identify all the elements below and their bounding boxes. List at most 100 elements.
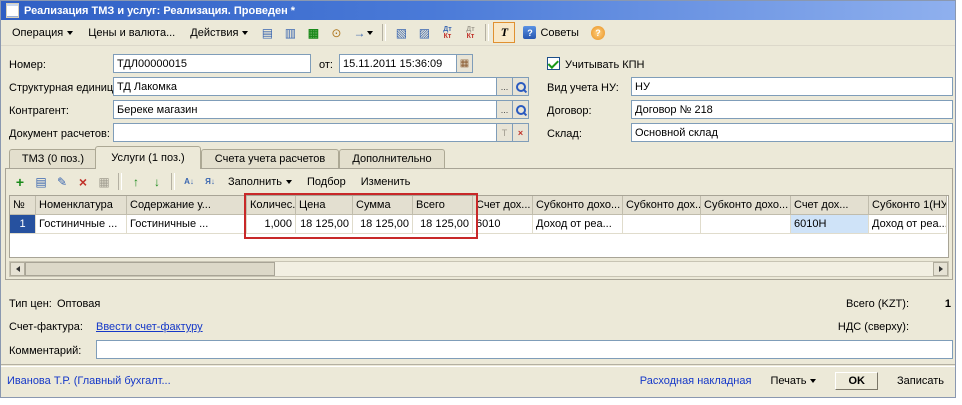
structure-report-button[interactable]: ▨	[413, 22, 435, 43]
cell-subconto1[interactable]: Доход от реа...	[533, 215, 623, 234]
go-to-icon: →	[353, 26, 365, 40]
nu-kind-input[interactable]	[631, 77, 953, 96]
clear-icon: ×	[518, 128, 523, 138]
change-label: Изменить	[361, 176, 411, 188]
change-button[interactable]: Изменить	[354, 171, 418, 192]
totals-toggle-button[interactable]: Т	[493, 22, 515, 43]
go-to-button[interactable]: →	[348, 22, 378, 43]
edit-row-button[interactable]: ✎	[52, 172, 72, 192]
cell-income-account[interactable]: 6010	[473, 215, 533, 234]
type-select-icon: Т	[502, 128, 508, 138]
warehouse-input[interactable]	[631, 123, 953, 142]
actions-button[interactable]: Действия	[183, 22, 255, 43]
delete-row-button[interactable]: ×	[73, 172, 93, 192]
comment-input[interactable]	[96, 340, 953, 359]
operation-button[interactable]: Операция	[5, 22, 80, 43]
column-header-income-account-nu: Счет дох...	[791, 196, 869, 215]
responsible-user-link[interactable]: Иванова Т.Р. (Главный бухгалт...	[7, 375, 171, 387]
chevron-down-icon	[810, 379, 816, 383]
kpn-checkbox[interactable]	[547, 57, 560, 70]
structural-unit-open-button[interactable]	[513, 77, 529, 96]
ellipsis-icon: ...	[501, 82, 509, 92]
document-window: Реализация ТМЗ и услуг: Реализация. Пров…	[0, 0, 956, 398]
number-input[interactable]	[113, 54, 311, 73]
title-bar[interactable]: Реализация ТМЗ и услуг: Реализация. Пров…	[1, 1, 955, 20]
timer-button[interactable]: ⊙	[325, 22, 347, 43]
related-documents-button[interactable]: ▧	[390, 22, 412, 43]
counterparty-open-button[interactable]	[513, 100, 529, 119]
structural-unit-input[interactable]	[113, 77, 497, 96]
add-icon: +	[16, 174, 24, 190]
date-label: от:	[319, 57, 333, 73]
calendar-button[interactable]: ▦	[457, 54, 473, 73]
tab-services[interactable]: Услуги (1 поз.)	[95, 146, 201, 169]
table-row[interactable]: 1 Гостиничные ... Гостиничные ... 1,000 …	[10, 215, 948, 234]
settlement-doc-label: Документ расчетов:	[9, 126, 110, 142]
document-type-link[interactable]: Расходная накладная	[640, 375, 752, 387]
dt-kt-nu-button[interactable]: ДтКт	[459, 22, 481, 43]
cell-row-number[interactable]: 1	[10, 215, 36, 234]
toolbar-separator	[382, 24, 386, 41]
add-row-button[interactable]: +	[10, 172, 30, 192]
move-down-button[interactable]: ↓	[147, 172, 167, 192]
pick-button[interactable]: Подбор	[300, 171, 353, 192]
post-document-icon: ▤	[262, 26, 273, 40]
cell-price[interactable]: 18 125,00	[296, 215, 353, 234]
chevron-down-icon	[286, 180, 292, 184]
arrow-right-icon	[939, 266, 943, 272]
scroll-right-button[interactable]	[933, 262, 948, 276]
cell-income-account-nu[interactable]: 6010Н	[791, 215, 869, 234]
horizontal-scrollbar[interactable]	[9, 261, 949, 277]
kt-label: Кт	[443, 33, 451, 40]
print-button[interactable]: Печать	[765, 372, 821, 390]
scrollbar-track[interactable]	[25, 262, 933, 276]
column-header-num: №	[10, 196, 36, 215]
end-edit-button[interactable]: ▦	[94, 172, 114, 192]
services-tab-panel: + ▤ ✎ × ▦ ↑ ↓ А↓ Я↓ Заполнить Подбор Изм…	[5, 168, 953, 280]
tab-settlement-accounts[interactable]: Счета учета расчетов	[201, 149, 339, 168]
dt-nu-label: Дт	[466, 26, 474, 33]
tips-button[interactable]: ?Советы	[516, 22, 585, 43]
column-header-price: Цена	[296, 196, 353, 215]
fill-button[interactable]: Заполнить	[221, 171, 299, 192]
settlement-doc-input[interactable]	[113, 123, 497, 142]
cell-subconto2[interactable]	[623, 215, 701, 234]
enter-invoice-link[interactable]: Ввести счет-фактуру	[96, 319, 203, 335]
ok-button[interactable]: OK	[835, 372, 878, 390]
cell-quantity[interactable]: 1,000	[247, 215, 296, 234]
contract-input[interactable]	[631, 100, 953, 119]
total-label: Всего (KZT):	[846, 296, 909, 312]
date-input[interactable]	[339, 54, 457, 73]
settlement-doc-clear-button[interactable]: ×	[513, 123, 529, 142]
screen: Реализация ТМЗ и услуг: Реализация. Пров…	[0, 0, 962, 405]
cell-total[interactable]: 18 125,00	[413, 215, 473, 234]
copy-document-button[interactable]: ▥	[279, 22, 301, 43]
counterparty-input[interactable]	[113, 100, 497, 119]
copy-row-button[interactable]: ▤	[31, 172, 51, 192]
sort-desc-button[interactable]: Я↓	[200, 172, 220, 192]
kpn-label: Учитывать КПН	[565, 57, 645, 73]
sort-asc-button[interactable]: А↓	[179, 172, 199, 192]
save-button[interactable]: Записать	[892, 372, 949, 390]
prices-currency-button[interactable]: Цены и валюта...	[81, 22, 182, 43]
cell-subconto1-nu[interactable]: Доход от реа...	[869, 215, 947, 234]
structural-unit-select-button[interactable]: ...	[497, 77, 513, 96]
cell-nomenclature[interactable]: Гостиничные ...	[36, 215, 127, 234]
settlement-doc-type-button[interactable]: Т	[497, 123, 513, 142]
create-based-on-button[interactable]: ▦	[302, 22, 324, 43]
operation-label: Операция	[12, 27, 63, 39]
move-up-button[interactable]: ↑	[126, 172, 146, 192]
cell-content[interactable]: Гостиничные ...	[127, 215, 247, 234]
counterparty-select-button[interactable]: ...	[497, 100, 513, 119]
save-label: Записать	[897, 375, 944, 387]
tab-tmz-label: ТМЗ (0 поз.)	[22, 153, 84, 165]
dt-kt-button[interactable]: ДтКт	[436, 22, 458, 43]
tab-additional[interactable]: Дополнительно	[339, 149, 445, 168]
scrollbar-thumb[interactable]	[25, 262, 275, 276]
cell-subconto3[interactable]	[701, 215, 791, 234]
scroll-left-button[interactable]	[10, 262, 25, 276]
post-document-button[interactable]: ▤	[256, 22, 278, 43]
help-button[interactable]: ?	[587, 22, 609, 43]
tab-tmz[interactable]: ТМЗ (0 поз.)	[9, 149, 97, 168]
cell-sum[interactable]: 18 125,00	[353, 215, 413, 234]
